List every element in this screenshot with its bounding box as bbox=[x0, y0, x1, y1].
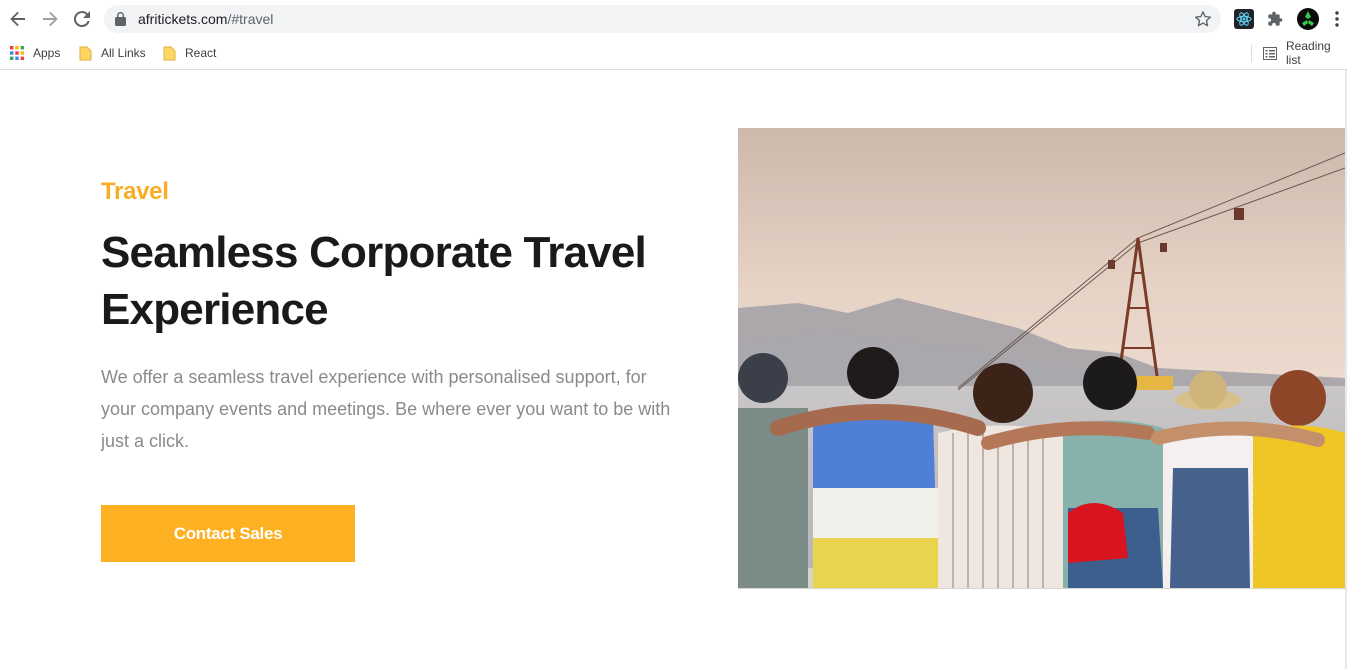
address-bar[interactable]: afritickets.com/#travel bbox=[104, 5, 1221, 33]
forward-icon bbox=[43, 11, 58, 27]
bookmark-all-links[interactable]: All Links bbox=[79, 43, 146, 63]
section-eyebrow: Travel bbox=[101, 178, 169, 205]
folder-icon bbox=[79, 46, 92, 61]
react-devtools-icon bbox=[1234, 9, 1254, 29]
extensions-icon bbox=[1268, 11, 1283, 26]
menu-button[interactable] bbox=[1330, 8, 1344, 30]
apps-grid-icon bbox=[10, 46, 24, 60]
bookmark-star-icon[interactable] bbox=[1194, 10, 1212, 28]
bookmarks-bar: Apps All Links React Reading list bbox=[0, 38, 1347, 70]
browser-toolbar: afritickets.com/#travel bbox=[0, 0, 1347, 38]
profile-button[interactable] bbox=[1297, 8, 1319, 30]
url-path: /#travel bbox=[227, 11, 274, 27]
profile-avatar-icon bbox=[1297, 8, 1319, 30]
reading-list-label: Reading list bbox=[1286, 39, 1331, 67]
hero-image bbox=[738, 128, 1345, 589]
hero-description: We offer a seamless travel experience wi… bbox=[101, 367, 671, 451]
bookmark-react[interactable]: React bbox=[163, 43, 216, 63]
forward-button[interactable] bbox=[38, 7, 62, 31]
react-devtools-button[interactable] bbox=[1233, 8, 1255, 30]
contact-sales-button[interactable]: Contact Sales bbox=[101, 505, 355, 562]
lock-icon bbox=[115, 12, 126, 26]
menu-icon bbox=[1335, 11, 1339, 27]
reload-icon bbox=[74, 11, 90, 27]
url-text[interactable]: afritickets.com/#travel bbox=[138, 11, 1178, 27]
reading-list-icon bbox=[1263, 46, 1277, 60]
bookmark-apps[interactable]: Apps bbox=[10, 43, 60, 63]
url-host: afritickets.com bbox=[138, 11, 228, 27]
bookmarks-divider bbox=[1251, 45, 1252, 62]
hero-headline: Seamless Corporate Travel Experience bbox=[101, 228, 647, 334]
back-button[interactable] bbox=[6, 7, 30, 31]
reload-button[interactable] bbox=[70, 7, 94, 31]
bookmark-label: All Links bbox=[101, 46, 146, 60]
bookmark-label: React bbox=[185, 46, 217, 60]
folder-icon bbox=[163, 46, 176, 61]
bookmark-label: Apps bbox=[33, 46, 61, 60]
back-icon bbox=[10, 11, 25, 27]
reading-list-button[interactable]: Reading list bbox=[1263, 39, 1347, 67]
extensions-button[interactable] bbox=[1264, 8, 1286, 30]
